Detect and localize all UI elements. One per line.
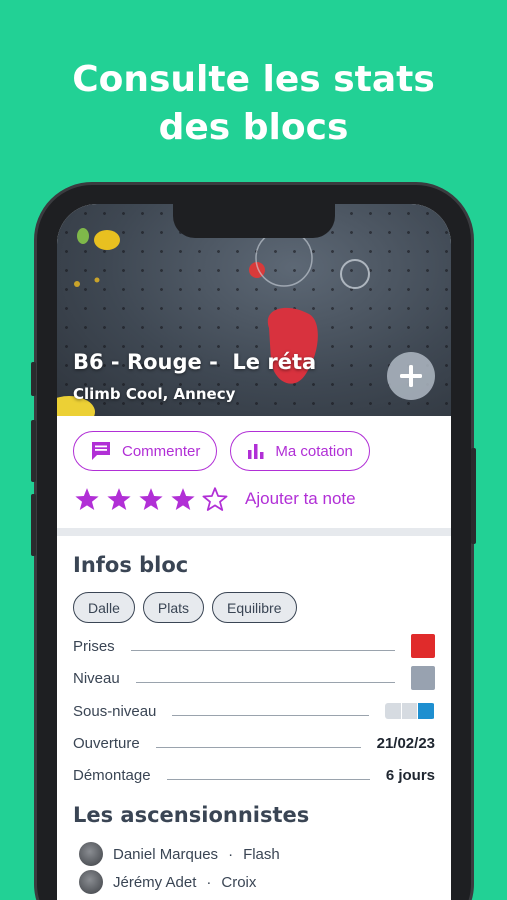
headline-line-2: des blocs xyxy=(158,107,349,148)
avatar xyxy=(79,842,103,866)
climber-style: Croix xyxy=(221,873,257,891)
info-label: Sous-niveau xyxy=(73,702,157,720)
phone-notch xyxy=(173,204,335,238)
info-row-niveau: Niveau xyxy=(73,665,435,691)
tag-chip: Equilibre xyxy=(212,592,297,623)
tag-chip: Dalle xyxy=(73,592,135,623)
plus-icon xyxy=(400,365,422,387)
level-color-swatch xyxy=(411,666,435,690)
comment-icon xyxy=(92,442,110,460)
sub-level-segment xyxy=(401,703,418,719)
grade-button-label: Ma cotation xyxy=(275,442,353,460)
bloc-location: Climb Cool, Annecy xyxy=(73,385,236,403)
tag-chip: Plats xyxy=(142,592,205,623)
phone-volume-up xyxy=(31,420,36,482)
info-row-demontage: Démontage 6 jours xyxy=(73,762,435,788)
infos-title: Infos bloc xyxy=(73,553,189,577)
bloc-tags: Dalle Plats Equilibre xyxy=(73,592,297,623)
phone-power-button xyxy=(471,448,476,544)
comment-button-label: Commenter xyxy=(122,442,201,460)
bloc-title: B6 - Rouge - Le réta xyxy=(73,350,317,374)
section-divider xyxy=(57,528,451,536)
climber-name: Jérémy Adet xyxy=(113,873,197,891)
action-buttons: Commenter Ma cotation xyxy=(73,431,370,471)
info-label: Niveau xyxy=(73,669,120,687)
info-label: Prises xyxy=(73,637,115,655)
sub-level-segment xyxy=(418,703,435,719)
app-screen: B6 - Rouge - Le réta Climb Cool, Annecy … xyxy=(57,204,451,900)
info-row-prises: Prises xyxy=(73,633,435,659)
add-ascent-button[interactable] xyxy=(387,352,435,400)
add-rating-link[interactable]: Ajouter ta note xyxy=(245,489,356,509)
info-label: Ouverture xyxy=(73,734,140,752)
phone-mute-switch xyxy=(31,362,36,396)
bar-chart-icon xyxy=(248,444,264,459)
bloc-photo: B6 - Rouge - Le réta Climb Cool, Annecy xyxy=(57,204,451,416)
comment-button[interactable]: Commenter xyxy=(73,431,218,471)
sub-level-segment xyxy=(385,703,401,719)
headline-line-1: Consulte les stats xyxy=(72,59,435,100)
star-icon[interactable] xyxy=(167,484,199,514)
star-icon[interactable] xyxy=(103,484,135,514)
grade-button[interactable]: Ma cotation xyxy=(230,431,370,471)
info-row-sous-niveau: Sous-niveau xyxy=(73,698,435,724)
info-label: Démontage xyxy=(73,766,151,784)
star-icon[interactable] xyxy=(71,484,103,514)
star-icon[interactable] xyxy=(135,484,167,514)
phone-volume-down xyxy=(31,494,36,556)
info-row-ouverture: Ouverture 21/02/23 xyxy=(73,730,435,756)
climber-row[interactable]: Daniel Marques · Flash xyxy=(79,842,280,866)
climber-name: Daniel Marques xyxy=(113,845,219,863)
sub-level-indicator xyxy=(385,703,435,719)
star-icon[interactable] xyxy=(199,484,231,514)
stars[interactable] xyxy=(71,484,231,514)
star-rating[interactable]: Ajouter ta note xyxy=(71,484,356,514)
headline: Consulte les stats des blocs xyxy=(0,56,507,152)
climber-style: Flash xyxy=(243,845,280,863)
removal-countdown: 6 jours xyxy=(385,766,435,784)
holds-color-swatch xyxy=(411,634,435,658)
climber-row[interactable]: Jérémy Adet · Croix xyxy=(79,870,256,894)
climbers-title: Les ascensionnistes xyxy=(73,803,310,827)
avatar xyxy=(79,870,103,894)
opening-date: 21/02/23 xyxy=(376,734,435,752)
